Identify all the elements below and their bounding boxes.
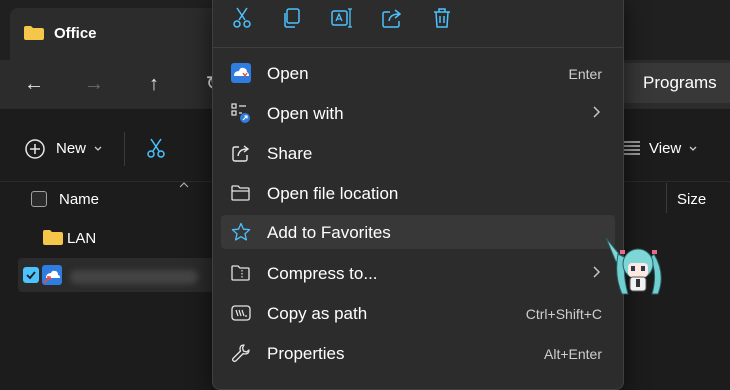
breadcrumb[interactable]: Programs <box>643 73 717 93</box>
menu-item-open-file-location[interactable]: Open file location <box>221 176 615 210</box>
view-label: View <box>649 140 682 157</box>
cut-icon[interactable] <box>145 137 167 159</box>
menu-item-shortcut: Ctrl+Shift+C <box>525 306 602 322</box>
folder-icon <box>24 26 44 40</box>
copy-path-icon <box>231 305 251 321</box>
wrench-icon <box>231 344 250 363</box>
cut-icon[interactable] <box>230 6 254 30</box>
chevron-down-icon <box>94 146 102 151</box>
share-icon[interactable] <box>380 6 404 30</box>
chevron-right-icon <box>593 266 600 278</box>
new-label: New <box>56 140 87 157</box>
menu-item-open[interactable]: Open Enter <box>221 56 615 90</box>
menu-item-label: Properties <box>267 344 345 363</box>
column-divider <box>666 183 667 213</box>
row-checkbox[interactable] <box>23 267 39 283</box>
menu-item-add-to-favorites[interactable]: Add to Favorites <box>221 215 615 249</box>
view-button[interactable]: View <box>622 136 702 162</box>
menu-item-properties[interactable]: Properties Alt+Enter <box>221 336 615 370</box>
quick-actions-bar <box>213 0 623 48</box>
checkmark-icon <box>26 271 36 280</box>
share-icon <box>232 145 250 162</box>
select-all-checkbox[interactable] <box>31 191 47 207</box>
folder-outline-icon <box>231 185 250 201</box>
column-name-header[interactable]: Name <box>59 191 99 208</box>
list-item[interactable]: LAN <box>18 221 218 255</box>
back-arrow-icon[interactable]: ← <box>22 72 46 96</box>
tab-title: Office <box>54 25 97 42</box>
context-menu: Open Enter Open with Share Open file loc… <box>212 0 624 390</box>
anime-cursor-sticker <box>605 237 662 295</box>
rename-icon[interactable] <box>330 6 354 30</box>
menu-item-open-with[interactable]: Open with <box>221 96 615 130</box>
menu-item-label: Share <box>267 144 313 163</box>
menu-item-shortcut: Alt+Enter <box>544 346 602 362</box>
menu-item-label: Open <box>267 64 309 83</box>
up-arrow-icon[interactable]: ↑ <box>142 72 166 96</box>
plus-circle-icon <box>25 139 45 159</box>
delete-icon[interactable] <box>430 6 454 30</box>
cloud-app-icon <box>231 63 251 83</box>
shortcut-app-icon <box>42 265 62 285</box>
sort-ascending-icon <box>179 182 189 188</box>
menu-item-copy-as-path[interactable]: Copy as path Ctrl+Shift+C <box>221 296 615 330</box>
blurred-file-name <box>70 270 198 284</box>
chevron-right-icon <box>593 106 600 118</box>
menu-item-compress-to[interactable]: Compress to... <box>221 256 615 290</box>
folder-icon <box>43 230 63 245</box>
column-size-header[interactable]: Size <box>677 191 706 208</box>
new-button[interactable]: New <box>24 136 108 162</box>
menu-item-label: Compress to... <box>267 264 378 283</box>
tab-office[interactable]: Office <box>10 8 225 60</box>
star-icon <box>231 222 251 241</box>
menu-item-shortcut: Enter <box>568 66 602 82</box>
menu-item-label: Copy as path <box>267 304 368 323</box>
menu-item-share[interactable]: Share <box>221 136 615 170</box>
copy-icon[interactable] <box>280 6 304 30</box>
menu-item-label: Add to Favorites <box>267 223 391 242</box>
chevron-down-icon <box>689 146 697 151</box>
toolbar-divider <box>124 132 125 166</box>
menu-item-label: Open file location <box>267 184 399 203</box>
list-view-icon <box>622 141 640 155</box>
forward-arrow-icon[interactable]: → <box>82 72 106 96</box>
zip-folder-icon <box>231 265 250 281</box>
file-name: LAN <box>67 230 97 247</box>
menu-item-label: Open with <box>267 104 344 123</box>
open-with-icon <box>231 103 250 123</box>
